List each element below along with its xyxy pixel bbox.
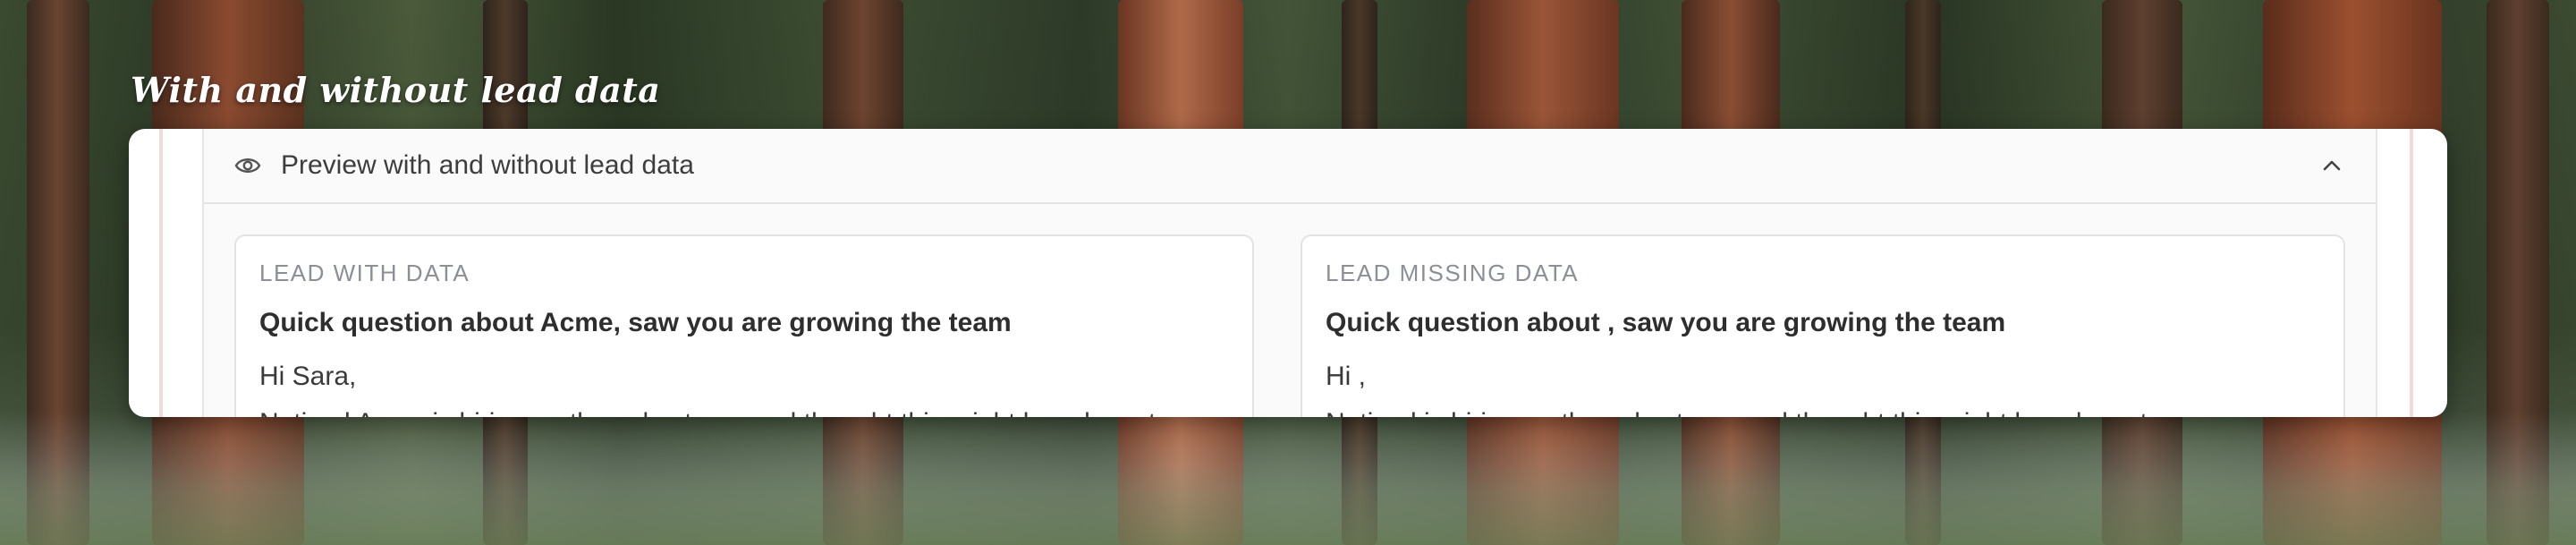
preview-card-container: Preview with and without lead data LEAD …	[129, 129, 2447, 417]
email-greeting: Hi ,	[1326, 362, 1366, 391]
email-subject: Quick question about Acme, saw you are g…	[259, 308, 1012, 337]
preview-body: LEAD WITH DATA Quick question about Acme…	[204, 204, 2376, 417]
section-title: With and without lead data	[131, 70, 661, 110]
card-label: LEAD MISSING DATA	[1326, 260, 1580, 286]
lead-with-data-card: LEAD WITH DATA Quick question about Acme…	[234, 234, 1254, 417]
edge-accent-left	[159, 129, 163, 417]
email-body-line: Noticed is hiring on the sales team and …	[1326, 408, 2148, 417]
eye-icon	[234, 154, 261, 177]
email-subject: Quick question about , saw you are growi…	[1326, 308, 2006, 337]
edge-accent-right	[2410, 129, 2413, 417]
preview-header-label: Preview with and without lead data	[281, 150, 694, 180]
email-body-line: Noticed Acme is hiring on the sales team…	[259, 408, 1156, 417]
preview-panel: Preview with and without lead data LEAD …	[202, 129, 2377, 417]
lead-missing-data-card: LEAD MISSING DATA Quick question about ,…	[1301, 234, 2345, 417]
preview-toggle-header[interactable]: Preview with and without lead data	[204, 129, 2376, 204]
chevron-up-icon[interactable]	[2320, 154, 2343, 177]
card-label: LEAD WITH DATA	[259, 260, 470, 286]
email-greeting: Hi Sara,	[259, 362, 357, 391]
forest-floor	[0, 464, 2576, 545]
